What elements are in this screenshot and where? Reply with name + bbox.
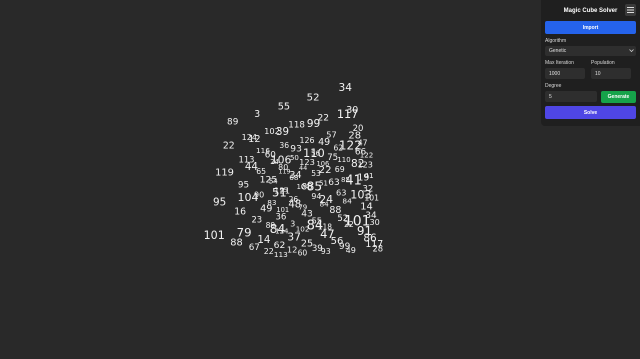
cube-cell-number: 99 <box>307 117 321 130</box>
cube-cell-number: 122 <box>339 138 362 152</box>
cube-cell-number: 110 <box>303 146 325 160</box>
cube-cell-number: 63 <box>336 188 346 198</box>
cube-cell-number: 93 <box>290 145 302 155</box>
cube-cell-number: 125 <box>260 175 278 186</box>
cube-cell-number: 22 <box>319 165 332 176</box>
hamburger-icon <box>627 7 634 13</box>
cube-cell-number: 12 <box>248 134 260 145</box>
cube-cell-number: 106 <box>271 154 292 167</box>
cube-cell-number: 37 <box>287 230 301 243</box>
cube-cell-number: 16 <box>234 207 246 218</box>
cube-cell-number: 101 <box>204 229 225 242</box>
cube-cell-number: 117 <box>337 108 359 121</box>
cube-cell-number: 14 <box>360 202 373 213</box>
import-button[interactable]: Import <box>545 21 636 34</box>
cube-cell-number: 55 <box>278 102 290 113</box>
cube-cell-number: 69 <box>335 165 345 174</box>
cube-cell-number: 49 <box>260 204 272 215</box>
cube-cell-number: 103 <box>350 188 371 201</box>
chevron-down-icon <box>629 49 634 53</box>
algorithm-select[interactable]: Genetic <box>545 46 636 56</box>
cube-cell-number: 75 <box>327 153 338 163</box>
cube-cell-number: 3 <box>254 109 260 120</box>
cube-cell-number: 88 <box>329 205 341 216</box>
cube-cell-number: 101 <box>344 214 371 230</box>
cube-cell-number: 25 <box>301 238 313 249</box>
cube-cell-number: 36 <box>279 141 289 150</box>
cube-cell-number: 104 <box>238 191 259 204</box>
cube-cell-number: 82 <box>351 158 364 170</box>
control-panel: Magic Cube Solver Import Algorithm Genet… <box>541 0 640 126</box>
menu-button[interactable] <box>625 4 636 16</box>
cube-cell-number: 34 <box>289 170 301 181</box>
cube-cell-number: 119 <box>215 168 234 179</box>
algorithm-select-value: Genetic <box>549 48 567 54</box>
cube-cell-number: 34 <box>338 82 352 94</box>
cube-cell-number: 52 <box>307 93 320 104</box>
cube-cell-number: 110 <box>337 156 350 164</box>
cube-cell-number: 95 <box>213 196 226 208</box>
cube-cell-number: 22 <box>264 247 274 256</box>
panel-header: Magic Cube Solver <box>545 3 636 18</box>
cube-cell-number: 118 <box>288 121 305 131</box>
population-input[interactable]: 10 <box>591 68 631 79</box>
cube-cell-number: 22 <box>223 140 235 151</box>
cube-cell-number: 23 <box>251 214 262 224</box>
cube-cell-number: 84 <box>270 221 286 236</box>
solve-button[interactable]: Solve <box>545 106 636 119</box>
cube-cell-number: 85 <box>307 180 323 194</box>
cube-cell-number: 44 <box>245 161 258 173</box>
panel-title: Magic Cube Solver <box>563 7 618 14</box>
cube-cell-number: 79 <box>237 225 252 239</box>
cube-cell-number: 51 <box>272 185 287 199</box>
cube-cell-number: 48 <box>288 200 301 211</box>
cube-cell-number: 95 <box>238 180 249 190</box>
cube-cell-number: 14 <box>257 234 270 246</box>
max-iteration-label: Max Iteration <box>545 60 574 66</box>
cube-cell-number: 39 <box>312 244 323 254</box>
cube-cell-number: 12 <box>287 244 298 254</box>
population-label: Population <box>591 60 615 66</box>
degree-input[interactable]: 5 <box>545 91 597 102</box>
cube-cell-number: 3 <box>290 219 295 228</box>
generate-button[interactable]: Generate <box>601 91 636 103</box>
cube-cell-number: 24 <box>319 193 333 206</box>
max-iteration-input[interactable]: 1000 <box>545 68 585 79</box>
cube-cell-number: 60 <box>298 249 308 258</box>
cube-cell-number: 62 <box>274 240 286 251</box>
cube-cell-number: 89 <box>227 117 239 127</box>
cube-cell-number: 39 <box>276 127 289 138</box>
cube-cell-number: 63 <box>328 178 339 188</box>
cube-cell-number: 84 <box>307 218 324 233</box>
cube-cell-number: 41 <box>345 173 361 188</box>
algorithm-label: Algorithm <box>545 38 567 44</box>
